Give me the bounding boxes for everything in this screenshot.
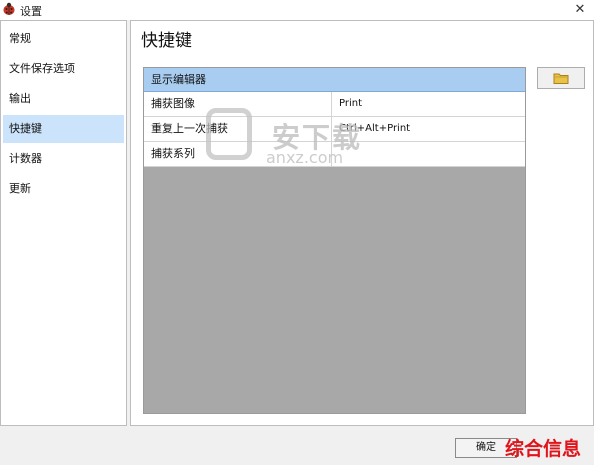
sidebar-item-update[interactable]: 更新 — [3, 175, 124, 203]
watermark-bag-icon — [206, 108, 252, 160]
shortcut-key-field[interactable]: Print — [332, 92, 525, 116]
app-ladybug-icon — [3, 2, 15, 15]
window-title: 设置 — [20, 5, 42, 18]
sidebar-item-file-save-options[interactable]: 文件保存选项 — [3, 55, 124, 83]
open-folder-button[interactable] — [537, 67, 585, 89]
sidebar-item-counter[interactable]: 计数器 — [3, 145, 124, 173]
watermark-subtext: anxz.com — [266, 148, 344, 167]
page-title: 快捷键 — [141, 31, 192, 51]
sidebar-item-output[interactable]: 输出 — [3, 85, 124, 113]
title-bar: 设置 ✕ — [0, 0, 594, 20]
sidebar-item-hotkeys[interactable]: 快捷键 — [3, 115, 124, 143]
folder-icon — [553, 73, 569, 84]
close-icon[interactable]: ✕ — [566, 0, 594, 20]
settings-content-panel: 快捷键 显示编辑器 捕获图像 Print 重复上一次捕获 Ctrl+Alt+Pr… — [130, 20, 594, 426]
sidebar-item-general[interactable]: 常规 — [3, 25, 124, 53]
shortcut-group-header[interactable]: 显示编辑器 — [144, 68, 525, 92]
shortcut-table: 显示编辑器 捕获图像 Print 重复上一次捕获 Ctrl+Alt+Print … — [143, 67, 526, 414]
settings-sidebar: 常规 文件保存选项 输出 快捷键 计数器 更新 — [0, 20, 127, 426]
corner-watermark: 综合信息 — [505, 438, 582, 460]
table-row[interactable]: 捕获图像 Print — [144, 92, 525, 117]
